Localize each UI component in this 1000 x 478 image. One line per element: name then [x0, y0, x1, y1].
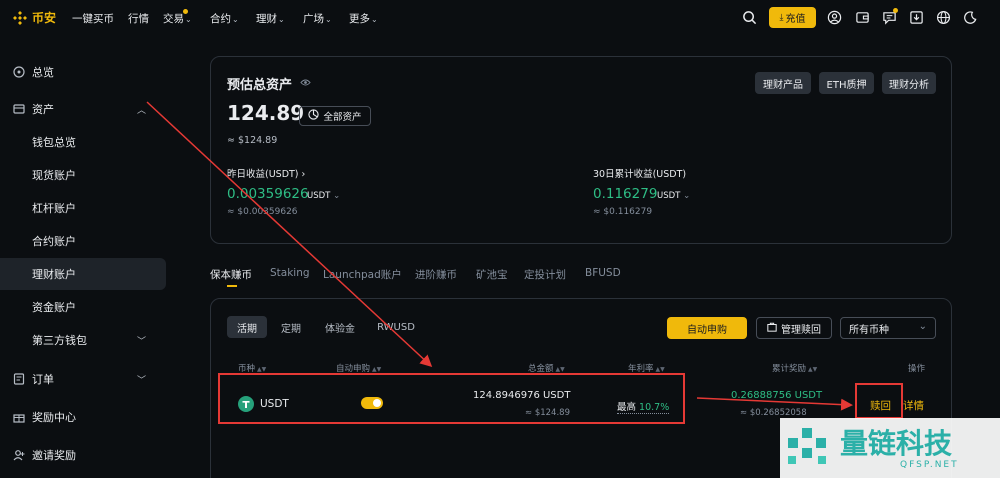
arrow-to-row	[146, 101, 433, 368]
watermark-domain: QFSP.NET	[900, 460, 959, 470]
watermark-name: 量链科技	[840, 427, 953, 460]
annotation-arrows	[146, 101, 853, 411]
arrow-to-redeem	[696, 397, 853, 411]
watermark: 量链科技 QFSP.NET	[780, 418, 1000, 478]
watermark-logo-icon	[784, 424, 836, 475]
